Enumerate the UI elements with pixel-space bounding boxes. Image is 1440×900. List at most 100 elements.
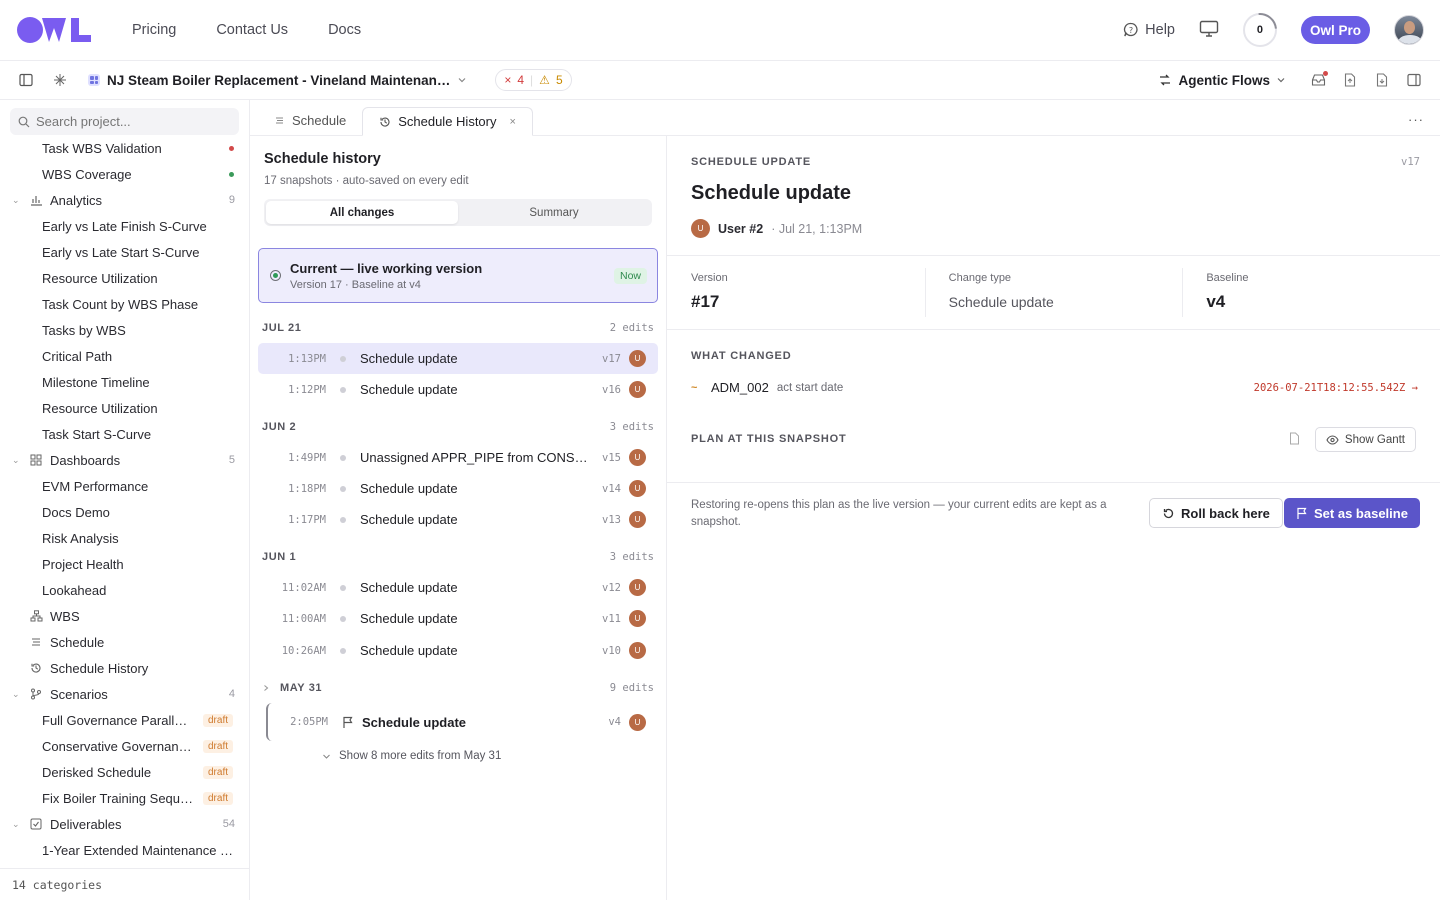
right-panel-toggle-icon[interactable]: [1404, 70, 1424, 90]
day-header: JUN 1 3 edits: [262, 549, 654, 565]
owl-pro-button[interactable]: Owl Pro: [1300, 16, 1370, 44]
stat-value: Schedule update: [948, 294, 1054, 310]
sidebar-item[interactable]: Early vs Late Finish S-Curve: [0, 213, 249, 239]
baseline-event[interactable]: 2:05PM Schedule update v4 U: [266, 703, 658, 741]
sidebar-item[interactable]: Schedule History: [0, 655, 249, 681]
sidebar-item[interactable]: Early vs Late Start S-Curve: [0, 239, 249, 265]
history-event[interactable]: 11:00AM Schedule update v11 U: [258, 603, 658, 634]
tab-schedule-history[interactable]: Schedule History ×: [362, 107, 533, 136]
chevron-down-icon[interactable]: ⌄: [12, 819, 24, 830]
sidebar-item[interactable]: Critical Path: [0, 343, 249, 369]
sidebar-item[interactable]: WBS Coverage: [0, 161, 249, 187]
history-event[interactable]: 10:26AM Schedule update v10 U: [258, 635, 658, 666]
user-avatar: U: [629, 642, 646, 659]
agentic-flows-menu[interactable]: Agentic Flows: [1158, 73, 1286, 88]
sidebar-item-label: Full Governance Parallel Trac: [42, 712, 194, 728]
usage-counter[interactable]: 0: [1242, 13, 1277, 47]
sidebar-item[interactable]: WBS: [0, 603, 249, 629]
sidebar-group[interactable]: ⌄ Analytics 9: [0, 187, 249, 213]
current-version-title: Current — live working version: [290, 261, 483, 276]
sidebar-item[interactable]: Fix Boiler Training Sequence draft: [0, 785, 249, 811]
chevron-down-icon[interactable]: ⌄: [12, 455, 24, 466]
project-search[interactable]: [10, 108, 239, 135]
sidebar-item[interactable]: EVM Performance: [0, 473, 249, 499]
inbox-icon[interactable]: [1308, 70, 1328, 90]
show-gantt-button[interactable]: Show Gantt: [1314, 427, 1416, 452]
history-event[interactable]: 1:12PM Schedule update v16 U: [258, 374, 658, 405]
history-event[interactable]: 1:18PM Schedule update v14 U: [258, 473, 658, 504]
segment-all-changes[interactable]: All changes: [266, 201, 458, 224]
restore-help-text: Restoring re-opens this plan as the live…: [691, 499, 1107, 528]
stat-baseline: Baseline v4: [1182, 256, 1440, 329]
file-icon[interactable]: [1289, 432, 1300, 445]
current-version-card[interactable]: Current — live working version Version 1…: [258, 248, 658, 303]
history-event[interactable]: 1:49PM Unassigned APPR_PIPE from CONSTOO…: [258, 442, 658, 473]
show-more-button[interactable]: Show 8 more edits from May 31: [322, 750, 501, 762]
sidebar-item[interactable]: Risk Analysis: [0, 525, 249, 551]
project-selector[interactable]: NJ Steam Boiler Replacement - Vineland M…: [88, 73, 467, 88]
sidebar-item[interactable]: Task Start S-Curve: [0, 421, 249, 447]
history-event[interactable]: 1:13PM Schedule update v17 U: [258, 343, 658, 374]
help-button[interactable]: ? Help: [1123, 22, 1175, 38]
close-tab-icon[interactable]: ×: [510, 116, 516, 128]
monitor-icon[interactable]: [1199, 20, 1219, 41]
sidebar-item[interactable]: Task Count by WBS Phase: [0, 291, 249, 317]
user-avatar[interactable]: [1394, 15, 1424, 45]
now-badge: Now: [613, 268, 647, 284]
issues-badge[interactable]: × 4 | ⚠ 5: [495, 69, 572, 91]
sidebar-item-label: Conservative Governance Tra: [42, 738, 194, 754]
sidebar-item[interactable]: Conservative Governance Tra draft: [0, 733, 249, 759]
chevron-down-icon[interactable]: ⌄: [12, 195, 24, 206]
sidebar-item[interactable]: Milestone Timeline: [0, 369, 249, 395]
sidebar-item[interactable]: Lookahead: [0, 577, 249, 603]
sidebar-item[interactable]: Docs Demo: [0, 499, 249, 525]
sidebar-item[interactable]: Project Health: [0, 551, 249, 577]
segment-summary[interactable]: Summary: [458, 201, 650, 224]
nav-link-pricing[interactable]: Pricing: [132, 22, 176, 38]
sidebar-item-label: Milestone Timeline: [42, 374, 150, 390]
grid-icon: [30, 454, 44, 466]
sidebar-group[interactable]: ⌄ Dashboards 5: [0, 447, 249, 473]
user-avatar: U: [629, 579, 646, 596]
sidebar-item[interactable]: Derisked Schedule draft: [0, 759, 249, 785]
sidebar-item-label: Analytics: [50, 192, 103, 208]
change-row[interactable]: ~ ADM_002 act start date 2026-07-21T18:1…: [691, 380, 1418, 395]
tab-schedule[interactable]: Schedule: [258, 106, 362, 135]
set-baseline-button[interactable]: Set as baseline: [1284, 498, 1420, 528]
project-grid-icon: [88, 74, 100, 86]
owl-logo[interactable]: [16, 15, 92, 45]
top-navigation: Pricing Contact Us Docs ? Help 0 Owl Pro: [0, 0, 1440, 60]
sidebar-item[interactable]: Full Governance Parallel Trac draft: [0, 707, 249, 733]
draft-badge: draft: [202, 713, 233, 727]
day-header-collapsible[interactable]: MAY 31 9 edits: [262, 680, 654, 696]
flag-icon: [1297, 507, 1307, 519]
roll-back-button[interactable]: Roll back here: [1149, 498, 1283, 528]
import-file-icon[interactable]: [1372, 70, 1392, 90]
history-event[interactable]: 11:02AM Schedule update v12 U: [258, 572, 658, 603]
export-file-icon[interactable]: [1340, 70, 1360, 90]
sidebar-item[interactable]: Task WBS Validation: [0, 135, 249, 161]
sidebar-item[interactable]: Tasks by WBS: [0, 317, 249, 343]
sidebar-group[interactable]: ⌄ Deliverables 54: [0, 811, 249, 837]
sidebar-item[interactable]: Schedule: [0, 629, 249, 655]
history-icon: [30, 662, 44, 674]
day-label: JUN 1: [262, 551, 297, 563]
sidebar-item[interactable]: Resource Utilization: [0, 265, 249, 291]
tab-bar: Schedule Schedule History × ···: [250, 100, 1440, 136]
nav-link-docs[interactable]: Docs: [328, 22, 361, 38]
sidebar-item[interactable]: Resource Utilization: [0, 395, 249, 421]
sidebar-group[interactable]: ⌄ Scenarios 4: [0, 681, 249, 707]
sidebar-toggle-icon[interactable]: [16, 70, 36, 90]
search-input[interactable]: [36, 114, 226, 129]
detail-title: Schedule update: [691, 182, 852, 204]
more-options-icon[interactable]: ···: [1408, 112, 1424, 127]
sparkle-icon[interactable]: [50, 70, 70, 90]
nav-link-contact[interactable]: Contact Us: [216, 22, 288, 38]
item-count: 9: [228, 194, 235, 206]
sidebar-item[interactable]: 1-Year Extended Maintenance …: [0, 837, 249, 863]
chevron-down-icon[interactable]: ⌄: [12, 689, 24, 700]
day-label: JUN 2: [262, 421, 297, 433]
history-event[interactable]: 1:17PM Schedule update v13 U: [258, 504, 658, 535]
day-label: JUL 21: [262, 322, 302, 334]
sidebar-item-label: Task Count by WBS Phase: [42, 296, 199, 312]
